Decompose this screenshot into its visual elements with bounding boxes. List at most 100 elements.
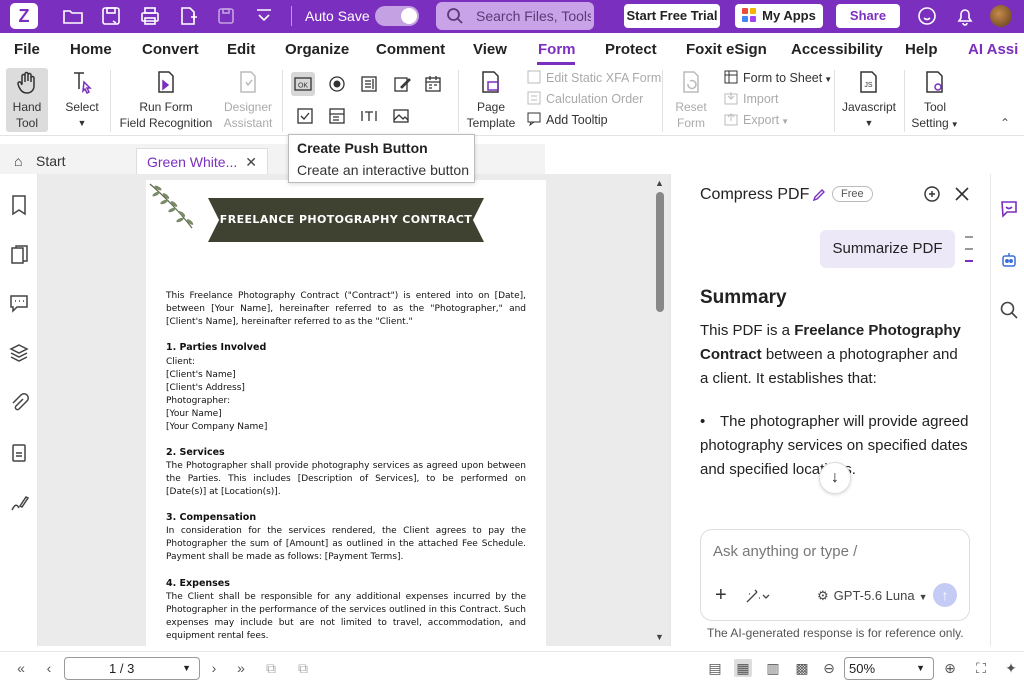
fit-page-icon[interactable]: ⛶ [972,659,990,677]
magic-tools-icon[interactable] [745,588,771,604]
single-page-view-icon[interactable]: ▤ [706,659,724,677]
text-field-tool[interactable] [357,104,381,128]
search-box[interactable] [436,2,594,30]
menu-protect[interactable]: Protect [605,41,657,58]
continuous-facing-view-icon[interactable]: ▩ [793,659,811,677]
tool-setting-button[interactable]: Tool Setting ▼ [908,70,962,133]
search-input[interactable] [476,7,591,25]
menu-edit[interactable]: Edit [227,41,255,58]
scroll-down-arrow-icon[interactable]: ▼ [655,632,664,642]
user-avatar[interactable] [990,5,1012,27]
my-apps-button[interactable]: My Apps [735,4,823,28]
menu-help[interactable]: Help [905,41,938,58]
ask-input[interactable] [713,543,953,560]
tooltip-icon [527,112,541,126]
edit-static-xfa-label: Edit Static XFA Form [546,71,662,85]
comments-icon[interactable] [8,292,30,314]
continuous-view-icon[interactable]: ▦ [734,659,752,677]
menu-convert[interactable]: Convert [142,41,199,58]
layers-icon[interactable] [8,342,30,364]
summarize-pdf-button[interactable]: Summarize PDF [820,230,955,268]
signature-field-tool[interactable] [390,72,414,96]
close-tab-icon[interactable]: ✕ [245,149,257,176]
attachment-icon[interactable] [8,392,30,414]
page-dropdown-caret-icon[interactable]: ▼ [182,658,191,679]
scroll-to-bottom-button[interactable]: ↓ [819,462,851,494]
start-free-trial-button[interactable]: Start Free Trial [624,4,720,28]
open-folder-icon[interactable] [62,5,84,27]
page-number-field[interactable]: 1 / 3 ▼ [64,657,200,680]
robot-agent-icon[interactable] [999,250,1019,270]
bookmark-icon[interactable] [8,194,30,216]
menu-file[interactable]: File [14,41,40,58]
page-template-button[interactable]: Page Template [464,70,518,131]
pages-thumbnail-icon[interactable] [8,244,30,266]
form-fields-icon[interactable] [8,442,30,464]
menu-organize[interactable]: Organize [285,41,349,58]
zoom-out-icon[interactable]: ⊖ [820,659,838,677]
menu-home[interactable]: Home [70,41,112,58]
menu-comment[interactable]: Comment [376,41,445,58]
pin-icon[interactable]: ✦ [1002,659,1020,677]
combo-box-tool[interactable] [325,104,349,128]
menu-view[interactable]: View [473,41,507,58]
add-attachment-icon[interactable]: + [715,584,727,607]
model-selector[interactable]: ⚙ GPT-5.6 Luna ▼ [817,588,928,604]
page-template-icon [482,71,499,93]
facing-view-icon[interactable]: ▥ [764,659,782,677]
ribbon-divider [110,70,111,132]
search-rail-icon[interactable] [999,300,1019,320]
hand-tool-button[interactable]: Hand Tool [6,68,48,132]
menu-accessibility[interactable]: Accessibility [791,41,883,58]
s1-line: Photographer: [166,396,231,406]
customize-chevron-icon[interactable] [253,5,275,27]
share-button[interactable]: Share [836,4,900,28]
add-tooltip-button[interactable]: Add Tooltip [527,112,608,127]
send-button[interactable]: ↑ [933,583,957,607]
check-box-tool[interactable] [293,104,317,128]
zoom-in-icon[interactable]: ⊕ [941,659,959,677]
run-form-field-recognition-button[interactable]: Run Form Field Recognition [118,70,214,131]
first-page-icon[interactable]: « [12,659,30,677]
next-page-icon[interactable]: › [205,659,223,677]
edit-pen-icon[interactable] [811,187,827,203]
list-box-tool[interactable] [357,72,381,96]
javascript-button[interactable]: JS Javascript ▼ [840,70,898,131]
radio-button-tool[interactable] [325,72,349,96]
tab-document[interactable]: Green White... ✕ [136,148,268,175]
tool-setting-caret-icon: ▼ [950,120,959,129]
new-chat-icon[interactable] [923,185,941,203]
designer-assistant-button: Designer Assistant [220,70,276,131]
zoom-value: 50% [849,661,876,676]
last-page-icon[interactable]: » [232,659,250,677]
menu-form[interactable]: Form [538,41,576,58]
menu-foxit-esign[interactable]: Foxit eSign [686,41,767,58]
left-navigation-rail: ▶ [0,174,47,646]
signature-panel-icon[interactable] [8,492,30,514]
ai-disclaimer: The AI-generated response is for referen… [707,626,964,640]
document-scrollbar[interactable]: ▲ ▼ [654,178,666,644]
previous-page-icon[interactable]: ‹ [40,659,58,677]
close-panel-icon[interactable] [953,185,971,203]
image-field-tool[interactable] [389,104,413,128]
form-to-sheet-button[interactable]: Form to Sheet ▼ [724,70,832,85]
ai-assistant-icon[interactable] [916,5,938,27]
new-document-icon[interactable] [177,5,199,27]
auto-save-toggle[interactable] [375,6,419,26]
notification-bell-icon[interactable] [954,5,976,27]
zoom-level-select[interactable]: 50% ▼ [844,657,934,680]
menu-ai-assistant[interactable]: AI Assi [968,41,1018,58]
print-icon[interactable] [139,5,161,27]
push-button-tool[interactable]: OK [291,72,315,96]
panel-title: Compress PDF [700,186,810,203]
s1-line: Client: [166,357,196,367]
save-icon[interactable] [100,5,122,27]
tab-start[interactable]: ⌂ Start [4,148,128,175]
contract-title: FREELANCE PHOTOGRAPHY CONTRACT [219,213,473,226]
scroll-up-arrow-icon[interactable]: ▲ [655,178,664,188]
date-field-tool[interactable] [421,72,445,96]
ai-assistant-rail-icon[interactable] [999,198,1019,218]
scrollbar-thumb[interactable] [656,192,664,312]
select-tool-button[interactable]: Select ▼ [60,70,104,131]
collapse-ribbon-chevron-icon[interactable]: ⌃ [1000,116,1010,130]
